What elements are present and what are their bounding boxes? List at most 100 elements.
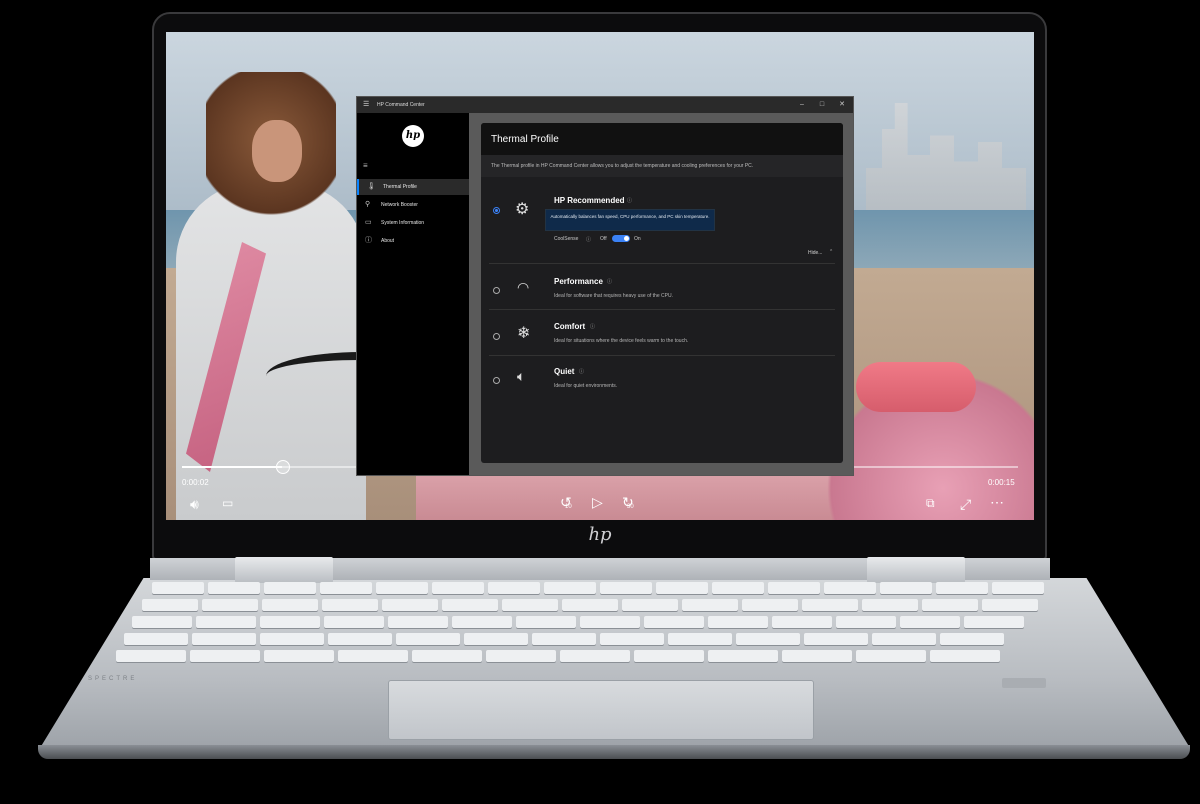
hide-link[interactable]: Hide... [808, 250, 822, 256]
hp-chin-logo: hp [588, 524, 612, 545]
keyboard-key [376, 582, 428, 594]
laptop-screen: 0:00:02 0:00:15 🔊︎ ▭ ↺ 10 ▷ ↻ 30 ⧉ ⤢ ⋯ ☰ H… [166, 32, 1034, 520]
radio-hp-recommended[interactable] [493, 207, 500, 214]
keyboard-key [656, 582, 708, 594]
content-area: Thermal Profile The Thermal profile in H… [469, 113, 853, 475]
mini-view-icon[interactable]: ⧉ [926, 496, 935, 511]
subtitles-icon[interactable]: ▭ [222, 496, 233, 510]
keyboard-key [708, 650, 778, 662]
page-title: Thermal Profile [491, 134, 559, 145]
keyboard-key [708, 616, 768, 628]
more-options-icon[interactable]: ⋯ [990, 494, 1004, 511]
toggle-knob [624, 236, 629, 241]
divider [489, 309, 835, 310]
keyboard-row [142, 599, 1038, 611]
info-icon[interactable]: ⓘ [607, 278, 612, 285]
sidebar-item-system-information[interactable]: ▭ System Information [357, 215, 469, 231]
skip-forward-icon[interactable]: ↻ 30 [622, 494, 634, 511]
toggle-on-label: On [634, 236, 641, 242]
panel-description: The Thermal profile in HP Command Center… [481, 155, 843, 177]
keyboard-key [452, 616, 512, 628]
coolsense-info-icon[interactable]: ⓘ [586, 236, 591, 243]
keyboard-key [802, 599, 858, 611]
maximize-button[interactable]: □ [815, 99, 829, 111]
app-menu-icon[interactable]: ☰ [363, 101, 371, 109]
info-icon[interactable]: ⓘ [590, 323, 595, 330]
keyboard-key [116, 650, 186, 662]
keyboard-key [922, 599, 978, 611]
hamburger-icon[interactable]: ≡ [363, 161, 373, 170]
fullscreen-icon[interactable]: ⤢ [960, 496, 971, 513]
keyboard-key [900, 616, 960, 628]
video-elapsed-time: 0:00:02 [182, 478, 209, 487]
keyboard-row [116, 650, 1000, 662]
option-title: Performance [554, 277, 603, 286]
radio-quiet[interactable] [493, 377, 500, 384]
option-performance[interactable]: ◠ Performance ⓘ Ideal for software that … [481, 265, 843, 309]
tooltip: Automatically balances fan speed, CPU pe… [545, 209, 715, 231]
sidebar-item-network-booster[interactable]: ⚲ Network Booster [357, 197, 469, 213]
info-icon[interactable]: ⓘ [627, 197, 632, 204]
radio-performance[interactable] [493, 287, 500, 294]
monitor-icon: ▭ [365, 219, 372, 226]
keyboard-key [260, 633, 324, 645]
keyboard-key [324, 616, 384, 628]
info-icon: ⓘ [365, 237, 372, 244]
option-hp-recommended[interactable]: ⚙︎ HP Recommended ⓘ Automatically balanc… [481, 183, 843, 261]
keyboard-key [192, 633, 256, 645]
hp-logo: hp [402, 125, 424, 147]
info-icon[interactable]: ⓘ [579, 368, 584, 375]
keyboard-key [142, 599, 198, 611]
keyboard-key [532, 633, 596, 645]
keyboard-key [132, 616, 192, 628]
keyboard-key [964, 616, 1024, 628]
keyboard-key [396, 633, 460, 645]
close-button[interactable]: ✕ [835, 99, 849, 111]
option-quiet[interactable]: 🔈︎ Quiet ⓘ Ideal for quiet environments. [481, 357, 843, 401]
keyboard-key [382, 599, 438, 611]
keyboard-key [412, 650, 482, 662]
laptop-deck-edge [38, 745, 1190, 759]
hinge-right [867, 557, 965, 583]
keyboard-key [712, 582, 764, 594]
keyboard-key [782, 650, 852, 662]
coolsense-toggle[interactable] [612, 235, 630, 242]
keyboard-key [502, 599, 558, 611]
chevron-up-icon[interactable]: ⌃ [829, 249, 833, 255]
keyboard-row [124, 633, 1004, 645]
fingerprint-reader [1002, 678, 1046, 688]
keyboard-key [772, 616, 832, 628]
sidebar-item-thermal-profile[interactable]: 🌡︎ Thermal Profile [357, 179, 471, 195]
sidebar-item-about[interactable]: ⓘ About [357, 233, 469, 249]
keyboard-key [338, 650, 408, 662]
toggle-off-label: Off [600, 236, 607, 242]
skip-back-icon[interactable]: ↺ 10 [560, 494, 572, 511]
radio-comfort[interactable] [493, 333, 500, 340]
touchpad[interactable] [388, 680, 814, 740]
sidebar-item-label: Network Booster [381, 202, 418, 208]
video-seek-progress [182, 466, 283, 468]
play-icon[interactable]: ▷ [592, 494, 603, 511]
keyboard-key [264, 582, 316, 594]
keyboard-key [328, 633, 392, 645]
sidebar-item-label: Thermal Profile [383, 184, 417, 190]
keyboard-key [836, 616, 896, 628]
keyboard-key [644, 616, 704, 628]
keyboard-key [622, 599, 678, 611]
volume-icon[interactable]: 🔊︎ [190, 496, 199, 513]
keyboard-key [264, 650, 334, 662]
keyboard-key [600, 582, 652, 594]
keyboard-key [682, 599, 738, 611]
thermometer-icon: 🌡︎ [367, 183, 376, 190]
option-comfort[interactable]: ❄︎ Comfort ⓘ Ideal for situations where … [481, 311, 843, 355]
minimize-button[interactable]: – [795, 99, 809, 111]
keyboard-key [768, 582, 820, 594]
gear-icon: ⚙︎ [515, 201, 530, 218]
keyboard-key [992, 582, 1044, 594]
keyboard-key [600, 633, 664, 645]
keyboard-key [152, 582, 204, 594]
keyboard-key [562, 599, 618, 611]
keyboard-key [936, 582, 988, 594]
keyboard-row [132, 616, 1024, 628]
keyboard-row [152, 582, 1044, 594]
